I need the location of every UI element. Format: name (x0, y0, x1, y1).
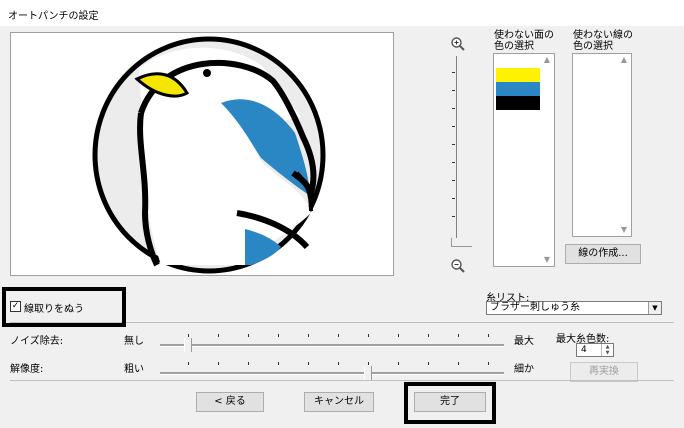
scroll-down-icon[interactable]: ▼ (540, 254, 554, 266)
preview-panel (10, 32, 394, 276)
slider-tick (428, 362, 429, 365)
slider-tick (308, 362, 309, 365)
back-button[interactable]: < 戻る (196, 392, 264, 412)
divider (10, 380, 674, 381)
zoom-in-icon[interactable] (450, 36, 466, 52)
redo-button[interactable]: 再実換 (570, 362, 638, 382)
unused-line-colors-label: 使わない線の 色の選択 (573, 30, 633, 52)
zoom-tick (452, 144, 455, 145)
slider-tick (398, 362, 399, 365)
scroll-down-icon[interactable]: ▼ (617, 224, 631, 236)
slider-tick (338, 334, 339, 337)
slider-tick (188, 362, 189, 365)
color-swatch[interactable] (496, 82, 540, 96)
slider-tick (398, 334, 399, 337)
slider-tick (428, 334, 429, 337)
slider-tick (458, 362, 459, 365)
unused-face-colors-label: 使わない面の 色の選択 (494, 30, 554, 52)
noise-min-label: 無し (124, 336, 144, 347)
slider-track[interactable] (160, 344, 504, 347)
zoom-out-icon[interactable] (450, 258, 466, 274)
slider-tick (278, 362, 279, 365)
scrollbar[interactable]: ▲ ▼ (617, 54, 631, 236)
zoom-tick (452, 72, 455, 73)
penguin-illustration (92, 36, 326, 274)
slider-tick (248, 334, 249, 337)
label-line: 使わない面の (494, 30, 554, 41)
label-line: 色の選択 (494, 41, 534, 52)
window-title: オートパンチの設定 (8, 11, 99, 22)
thread-list-value: ブラザー刺しゅう糸 (490, 302, 580, 313)
zoom-tick (452, 198, 455, 199)
cancel-button[interactable]: キャンセル (304, 392, 374, 412)
unused-line-colors-list[interactable]: ▲ ▼ (572, 53, 632, 237)
slider-tick (488, 362, 489, 365)
label-line: 使わない線の (573, 30, 633, 41)
noise-max-label: 最大 (514, 336, 534, 347)
create-line-button[interactable]: 線の作成... (565, 244, 641, 264)
slider-tick (218, 362, 219, 365)
slider-tick (278, 334, 279, 337)
max-colors-value: 4 (581, 345, 587, 355)
resolution-label: 解像度: (10, 364, 44, 375)
slider-tick (368, 362, 369, 365)
zoom-tick (452, 108, 455, 109)
title-bar: オートパンチの設定 (0, 0, 684, 26)
slider-tick (488, 334, 489, 337)
zoom-tick (452, 126, 455, 127)
slider-track[interactable] (160, 372, 504, 375)
scrollbar[interactable]: ▲ ▼ (540, 54, 554, 266)
decrement-icon[interactable]: ▼ (601, 350, 613, 356)
slider-thumb[interactable] (364, 366, 372, 380)
resolution-min-label: 粗い (124, 364, 144, 375)
slider-tick (458, 334, 459, 337)
slider-tick (248, 362, 249, 365)
slider-tick (188, 334, 189, 337)
auto-punch-dialog: オートパンチの設定 使わない面の 色の選択 ▲ ▼ 使わない線の 色の選択 ▲ … (0, 0, 684, 428)
chevron-down-icon[interactable]: ▼ (648, 302, 661, 314)
scroll-up-icon[interactable]: ▲ (617, 54, 631, 66)
zoom-slider-thumb[interactable] (451, 238, 472, 247)
scroll-up-icon[interactable]: ▲ (540, 54, 554, 66)
slider-thumb[interactable] (184, 338, 192, 352)
unused-face-colors-list[interactable]: ▲ ▼ (493, 53, 555, 267)
resolution-max-label: 細か (514, 364, 534, 375)
label-line: 色の選択 (573, 41, 613, 52)
zoom-tick (452, 216, 455, 217)
checkbox-highlight-box (2, 287, 126, 327)
color-swatch[interactable] (496, 68, 540, 82)
zoom-tick (452, 162, 455, 163)
color-swatch[interactable] (496, 96, 540, 110)
zoom-slider-track[interactable] (456, 56, 457, 244)
finish-highlight-box (404, 382, 496, 424)
slider-tick (368, 334, 369, 337)
noise-label: ノイズ除去: (10, 336, 64, 347)
slider-tick (218, 334, 219, 337)
zoom-tick (452, 90, 455, 91)
max-colors-stepper[interactable]: 4 ▲ ▼ (576, 343, 614, 357)
slider-tick (338, 362, 339, 365)
zoom-tick (452, 180, 455, 181)
thread-list-select[interactable]: ブラザー刺しゅう糸 ▼ (486, 301, 662, 315)
slider-tick (308, 334, 309, 337)
